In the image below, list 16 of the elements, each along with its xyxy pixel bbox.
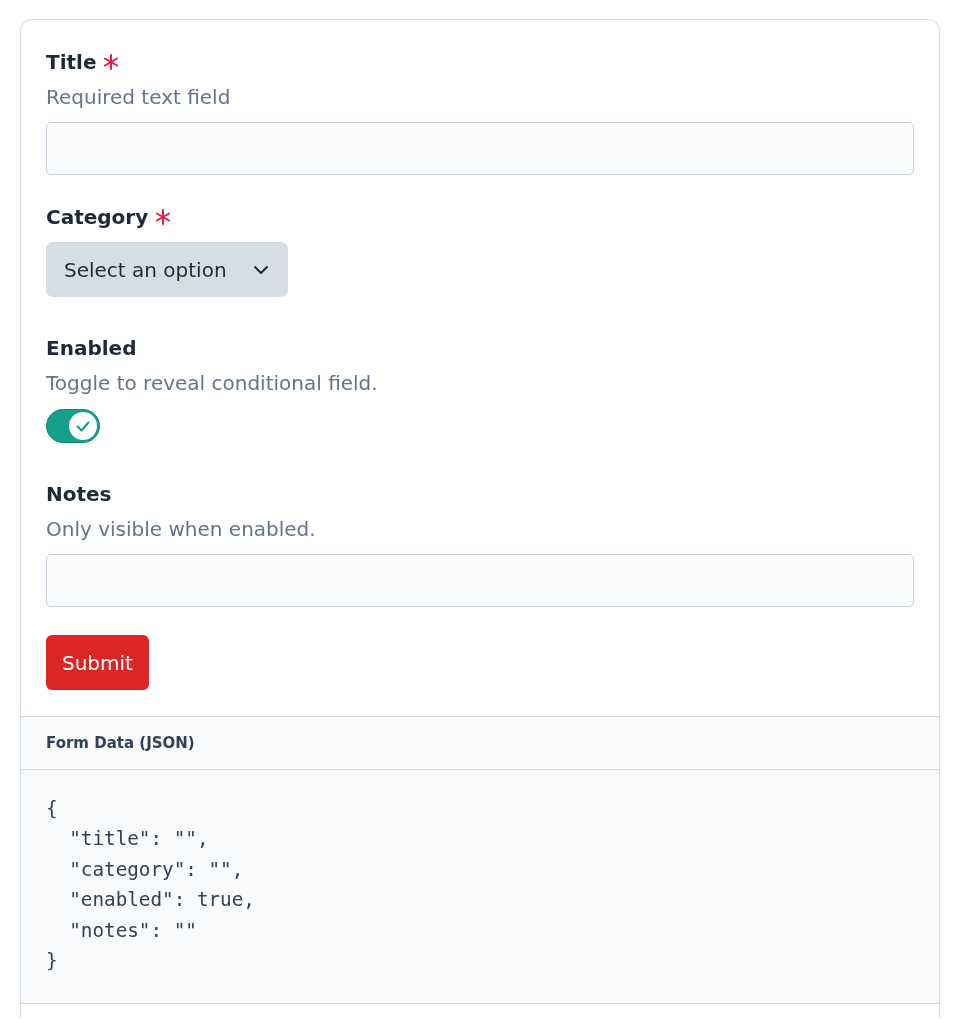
preview-title: Form Data (JSON): [46, 734, 195, 752]
toggle-switch[interactable]: [46, 409, 100, 443]
field-description: Required text field: [46, 84, 232, 111]
field-label: Category: [46, 204, 149, 231]
select-dropdown[interactable]: Select an option: [46, 242, 288, 297]
chevron-down-icon: [252, 264, 269, 275]
check-icon: [69, 412, 97, 440]
text-input[interactable]: [46, 122, 914, 175]
field-label: Notes: [46, 481, 112, 508]
json-code: { "title": "", "category": "", "enabled": true, "notes": "" }: [46, 796, 256, 975]
field-description: Toggle to reveal conditional field.: [46, 370, 379, 397]
field-label: Enabled: [46, 335, 137, 362]
submit-button[interactable]: Submit: [46, 635, 149, 690]
field-label: Title: [46, 49, 97, 76]
text-input[interactable]: [46, 554, 914, 607]
field-description: Only visible when enabled.: [46, 516, 317, 543]
